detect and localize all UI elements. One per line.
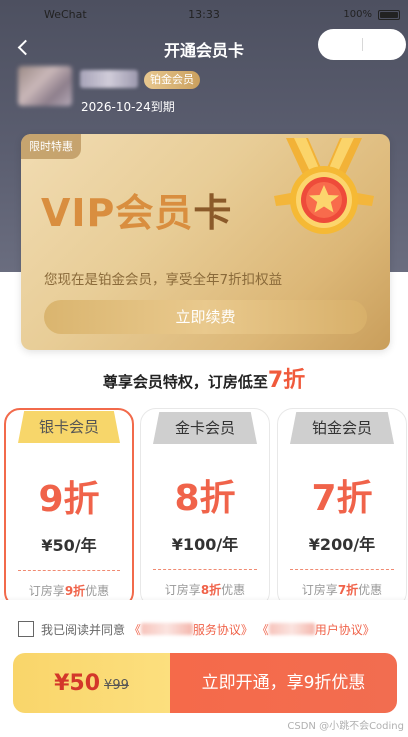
membership-page: WeChat 13:33 100% 开通会员卡 铂金会员 2026-10-24到… xyxy=(0,0,408,737)
tier-name: 铂金会员 xyxy=(290,412,394,444)
tier-benefit-suffix: 优惠 xyxy=(221,583,246,597)
vip-title-part1: VIP会员 xyxy=(41,191,194,235)
privilege-heading: 尊享会员特权，订房低至7折 xyxy=(0,362,408,394)
tier-card-platinum[interactable]: 铂金会员 7折 ¥200/年 订房享7折优惠 xyxy=(277,408,407,608)
agreement-checkbox[interactable] xyxy=(18,621,34,637)
open-membership-button[interactable]: 立即开通，享9折优惠 xyxy=(170,653,397,713)
vip-card-description: 您现在是铂金会员，享受全年7折扣权益 xyxy=(44,272,283,288)
tier-benefit-prefix: 订房享 xyxy=(164,583,201,597)
nav-bar: 开通会员卡 xyxy=(0,29,408,64)
tier-benefit: 订房享7折优惠 xyxy=(278,581,406,598)
current-price: ¥50 xyxy=(54,670,101,696)
limited-offer-tag: 限时特惠 xyxy=(21,134,81,159)
status-bar: WeChat 13:33 100% xyxy=(0,0,408,28)
tier-card-gold[interactable]: 金卡会员 8折 ¥100/年 订房享8折优惠 xyxy=(140,408,270,608)
tier-benefit-highlight: 7折 xyxy=(337,583,359,597)
tier-divider xyxy=(18,570,120,571)
vip-title-part2: 卡 xyxy=(193,191,233,235)
avatar xyxy=(18,66,72,106)
privilege-heading-text: 尊享会员特权，订房低至 xyxy=(102,373,268,391)
tier-card-silver[interactable]: 银卡会员 9折 ¥50/年 订房享9折优惠 xyxy=(4,408,134,608)
agreement-text: 我已阅读并同意 《服务协议》 《用户协议》 xyxy=(41,621,375,638)
vip-card: 限时特惠 VIP会员卡 您现在是铂金会员，享受全年7折扣权益 立即续费 xyxy=(21,134,390,350)
tier-benefit: 订房享8折优惠 xyxy=(141,581,269,598)
tier-benefit-prefix: 订房享 xyxy=(301,583,338,597)
renew-button[interactable]: 立即续费 xyxy=(44,300,367,334)
purchase-bar: ¥50 ¥99 立即开通，享9折优惠 xyxy=(13,653,397,713)
watermark: CSDN @小跳不会Coding xyxy=(287,721,404,732)
tier-divider xyxy=(153,569,257,570)
tier-discount: 9折 xyxy=(38,479,100,520)
user-agreement-suffix: 用户协议》 xyxy=(314,623,375,637)
bracket: 《 xyxy=(256,623,269,637)
battery-percent: 100% xyxy=(343,9,372,20)
privilege-heading-highlight: 7折 xyxy=(267,368,306,393)
capsule-divider xyxy=(362,38,363,51)
tier-benefit-suffix: 优惠 xyxy=(85,584,110,598)
redacted-text xyxy=(140,623,193,635)
price-display: ¥50 ¥99 xyxy=(13,653,170,713)
member-level-badge: 铂金会员 xyxy=(144,71,200,89)
tier-name: 银卡会员 xyxy=(18,411,120,443)
tier-discount: 8折 xyxy=(174,478,236,519)
bracket: 《 xyxy=(128,623,141,637)
vip-card-title: VIP会员卡 xyxy=(41,182,232,237)
username-blurred xyxy=(80,70,138,88)
tier-price: ¥100/年 xyxy=(171,535,239,554)
tier-benefit-highlight: 8折 xyxy=(200,583,222,597)
tier-divider xyxy=(290,569,394,570)
tier-benefit-prefix: 订房享 xyxy=(28,584,65,598)
tier-benefit-highlight: 9折 xyxy=(64,584,86,598)
service-agreement-link[interactable]: 《 服务协议》 xyxy=(129,623,253,637)
expire-date: 2026-10-24到期 xyxy=(81,100,175,114)
battery-icon xyxy=(378,10,400,20)
tier-discount: 7折 xyxy=(311,478,373,519)
medal-icon xyxy=(274,138,374,234)
user-agreement-link[interactable]: 《 用户协议》 xyxy=(257,623,375,637)
mini-program-capsule[interactable] xyxy=(318,29,406,60)
tier-name: 金卡会员 xyxy=(153,412,257,444)
redacted-text xyxy=(268,623,315,635)
original-price: ¥99 xyxy=(104,677,129,693)
service-agreement-suffix: 服务协议》 xyxy=(192,623,253,637)
tier-benefit-suffix: 优惠 xyxy=(358,583,383,597)
tier-price: ¥200/年 xyxy=(308,535,376,554)
tier-price: ¥50/年 xyxy=(41,536,97,555)
agreement-prefix: 我已阅读并同意 xyxy=(41,623,126,637)
tier-benefit: 订房享9折优惠 xyxy=(6,582,132,599)
